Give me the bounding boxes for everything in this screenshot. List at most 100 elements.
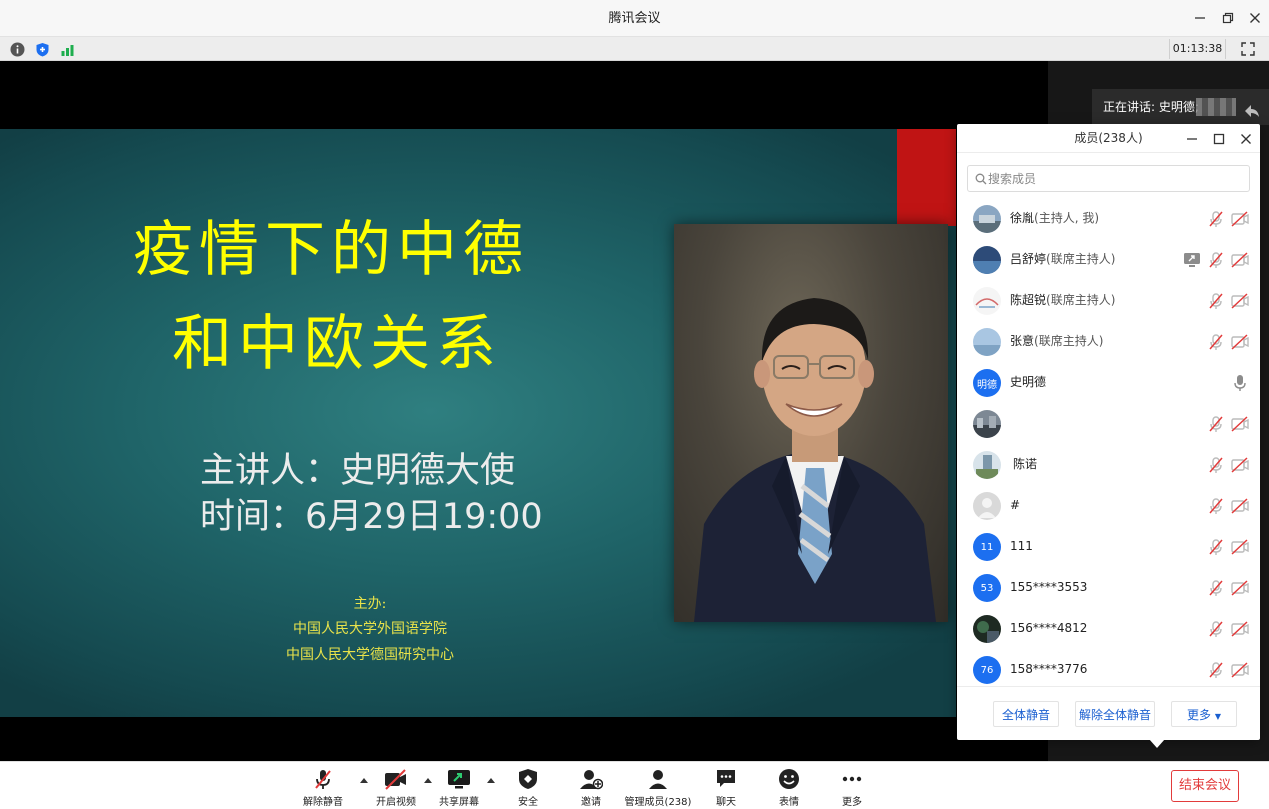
app-title: 腾讯会议 [608,11,661,26]
member-row[interactable]: 张意(联席主持人) [957,321,1260,362]
member-avatar [973,287,1001,315]
member-row[interactable]: 陈诺 [957,444,1260,485]
shield-icon [519,769,537,789]
mic-muted-icon[interactable] [1207,210,1225,228]
video-off-icon[interactable] [1231,456,1249,474]
mic-muted-icon[interactable] [1207,579,1225,597]
speaker-view-toggle[interactable] [1243,98,1261,117]
minimize-icon [1195,17,1205,19]
blurred-speaker-avatar [1196,98,1236,116]
shield-icon [36,42,48,56]
member-row[interactable]: 11 111 [957,526,1260,567]
member-row[interactable]: 76 158****3776 [957,649,1260,686]
member-row[interactable]: 徐胤(主持人, 我) [957,198,1260,239]
mic-muted-icon[interactable] [1207,497,1225,515]
mic-muted-icon[interactable] [1207,415,1225,433]
mic-muted-icon[interactable] [1207,661,1225,679]
member-name: 156****4812 [1010,621,1088,635]
member-row[interactable]: 明德 史明德 [957,362,1260,403]
slide-host-label: 主办: [353,596,387,612]
members-panel-header: 成员(238人) [957,124,1260,153]
more-dots-icon [842,776,862,782]
video-off-icon[interactable] [1231,415,1249,433]
invite-button[interactable]: 邀请 [566,768,616,808]
audio-options-caret-icon[interactable] [359,776,369,784]
member-row[interactable]: 156****4812 [957,608,1260,649]
member-avatar: 明德 [973,369,1001,397]
mic-muted-icon[interactable] [1207,292,1225,310]
member-avatar: 53 [973,574,1001,602]
video-off-icon[interactable] [1231,251,1249,269]
network-status-button[interactable] [59,41,75,57]
fullscreen-icon [1241,42,1255,56]
member-avatar [973,246,1001,274]
unmute-all-button[interactable]: 解除全体静音 [1075,701,1155,727]
slide-host-org2: 中国人民大学德国研究中心 [286,647,454,663]
member-row[interactable] [957,403,1260,444]
members-minimize-button[interactable] [1183,130,1201,148]
mic-muted-icon[interactable] [1207,333,1225,351]
video-options-caret-icon[interactable] [423,776,433,784]
members-close-button[interactable] [1237,130,1255,148]
mic-muted-icon [315,770,331,789]
end-meeting-button[interactable]: 结束会议 [1171,770,1239,802]
members-more-button[interactable]: 更多 ▼ [1171,701,1237,727]
mic-active-icon[interactable] [1231,374,1249,392]
member-name: 史明德 [1010,375,1047,389]
member-row[interactable]: 53 155****3553 [957,567,1260,608]
fullscreen-button[interactable] [1240,41,1256,57]
members-more-label: 更多 [1187,708,1212,722]
members-popout-button[interactable] [1210,130,1228,148]
member-name: 155****3553 [1010,580,1088,594]
member-row[interactable]: 吕舒婷(联席主持人) [957,239,1260,280]
share-options-caret-icon[interactable] [486,776,496,784]
unmute-button[interactable]: 解除静音 [298,768,348,808]
more-button[interactable]: 更多 [827,768,877,808]
mic-muted-icon[interactable] [1207,456,1225,474]
manage-members-button[interactable]: 管理成员(238) [620,768,696,808]
video-off-icon[interactable] [1231,538,1249,556]
invite-label: 邀请 [581,797,601,808]
default-person-icon [978,498,996,518]
reactions-button[interactable]: 表情 [764,768,814,808]
chat-label: 聊天 [716,797,736,808]
encryption-button[interactable] [34,41,50,57]
members-icon [649,770,667,789]
member-name: 张意(联席主持人) [1010,334,1104,348]
meeting-info-button[interactable] [9,41,25,57]
member-row[interactable]: 陈超锐(联席主持人) [957,280,1260,321]
screen-share-icon[interactable] [1183,251,1201,269]
mute-all-button[interactable]: 全体静音 [993,701,1059,727]
member-avatar [973,410,1001,438]
member-search-input[interactable] [988,166,1246,191]
mic-muted-icon[interactable] [1207,620,1225,638]
video-off-icon[interactable] [1231,579,1249,597]
video-off-icon[interactable] [1231,497,1249,515]
video-off-icon[interactable] [1231,620,1249,638]
active-speaker-banner: 正在讲话: 史明德; [1092,89,1269,125]
video-off-icon[interactable] [1231,333,1249,351]
share-screen-button[interactable]: 共享屏幕 [434,768,484,808]
video-off-icon [385,769,406,790]
security-button[interactable]: 安全 [503,768,553,808]
mic-muted-icon[interactable] [1207,538,1225,556]
member-avatar: 11 [973,533,1001,561]
share-screen-label: 共享屏幕 [439,797,479,808]
close-button[interactable] [1245,8,1265,28]
chat-button[interactable]: 聊天 [701,768,751,808]
start-video-button[interactable]: 开启视频 [371,768,421,808]
share-screen-icon [448,770,470,789]
restore-button[interactable] [1218,8,1238,28]
active-speaker-label: 正在讲话: 史明德; [1103,100,1199,114]
slide-title-line1: 疫情下的中德 [133,215,529,285]
mic-muted-icon[interactable] [1207,251,1225,269]
video-off-icon[interactable] [1231,292,1249,310]
video-off-icon[interactable] [1231,661,1249,679]
dropdown-caret-icon: ▼ [1214,712,1221,721]
video-off-icon[interactable] [1231,210,1249,228]
member-name: 徐胤(主持人, 我) [1010,211,1100,225]
members-panel-pointer [1149,739,1165,748]
minimize-button[interactable] [1190,8,1210,28]
meeting-toolbar: 解除静音 开启视频 共享屏幕 安全 邀请 管理成员(238) 聊天 表情 更多 … [0,761,1269,809]
member-row[interactable]: # [957,485,1260,526]
